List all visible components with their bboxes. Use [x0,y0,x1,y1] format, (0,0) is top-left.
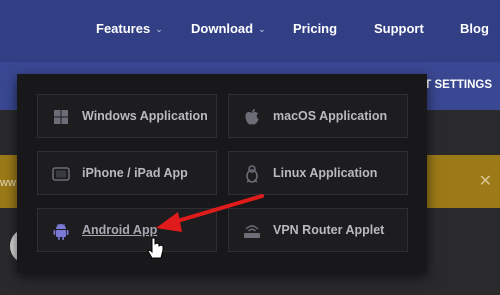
notice-text: ww [0,177,16,189]
nav-download[interactable]: Download ⌄ [191,21,266,36]
ipad-icon [52,165,70,183]
card-label: Linux Application [273,166,378,180]
chevron-down-icon: ⌄ [155,24,163,34]
chevron-down-icon: ⌄ [258,24,266,34]
nav-features[interactable]: Features ⌄ [96,21,163,36]
card-label: VPN Router Applet [273,223,385,237]
card-label: iPhone / iPad App [82,166,188,180]
settings-link[interactable]: T SETTINGS [424,79,492,91]
card-android-app[interactable]: Android App [37,208,217,252]
nav-features-label: Features [96,21,151,36]
nav-support-label: Support [374,21,424,36]
top-navigation: Features ⌄ Download ⌄ Pricing Support Blog [0,0,500,62]
apple-icon [243,108,261,126]
linux-icon [243,165,261,183]
download-dropdown-menu: Windows Application macOS Application iP… [17,74,427,273]
card-vpn-router-applet[interactable]: VPN Router Applet [228,208,408,252]
android-icon [52,222,70,240]
nav-pricing-label: Pricing [293,21,338,36]
windows-icon [52,108,70,126]
card-label: macOS Application [273,109,388,123]
card-label: Windows Application [82,109,208,123]
card-windows-application[interactable]: Windows Application [37,94,217,138]
router-icon [243,222,261,240]
card-macos-application[interactable]: macOS Application [228,94,408,138]
nav-pricing[interactable]: Pricing [293,21,337,36]
card-linux-application[interactable]: Linux Application [228,151,408,195]
card-label: Android App [82,223,158,237]
card-iphone-ipad-app[interactable]: iPhone / iPad App [37,151,217,195]
nav-blog[interactable]: Blog [460,21,489,36]
close-icon[interactable]: ✕ [479,171,492,191]
nav-support[interactable]: Support [374,21,424,36]
nav-blog-label: Blog [460,21,489,36]
nav-download-label: Download [191,21,254,36]
